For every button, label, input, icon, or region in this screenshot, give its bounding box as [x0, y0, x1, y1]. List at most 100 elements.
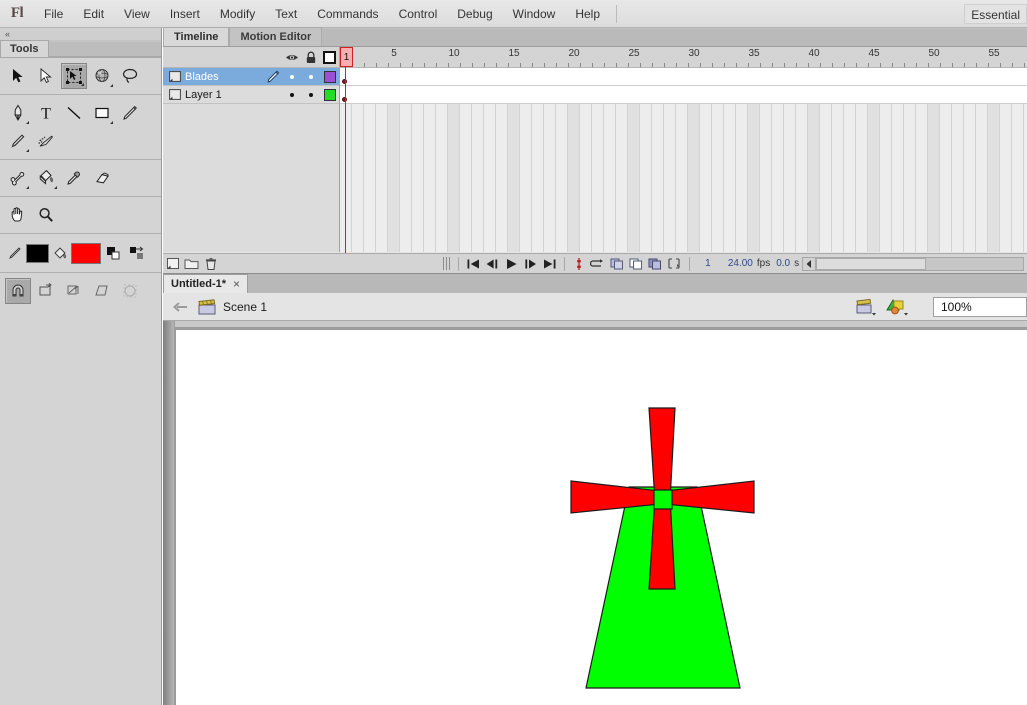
- document-tab-untitled-1[interactable]: Untitled-1* ×: [163, 274, 249, 293]
- pen-tool[interactable]: [5, 100, 31, 126]
- new-folder-button[interactable]: [182, 255, 201, 273]
- paint-bucket-tool[interactable]: [33, 165, 59, 191]
- edit-symbol-button[interactable]: [885, 298, 909, 316]
- menu-view[interactable]: View: [114, 0, 160, 28]
- layer-visibility-toggle[interactable]: [282, 74, 301, 79]
- layer-name-label[interactable]: Layer 1: [185, 89, 264, 101]
- menu-modify[interactable]: Modify: [210, 0, 265, 28]
- layer-row-layer-1[interactable]: Layer 1: [163, 86, 339, 104]
- ruler-label-55: 55: [988, 48, 1000, 59]
- stage-canvas[interactable]: [175, 329, 1027, 705]
- menu-control[interactable]: Control: [389, 0, 448, 28]
- frame-rate-value[interactable]: 24.00: [721, 258, 755, 269]
- go-to-last-frame-button[interactable]: [540, 255, 559, 273]
- loop-playback-button[interactable]: [589, 255, 608, 273]
- menu-commands[interactable]: Commands: [307, 0, 388, 28]
- onion-skin-button[interactable]: [608, 255, 627, 273]
- swap-colors-icon[interactable]: [126, 240, 148, 266]
- scale-skew-option-button[interactable]: [89, 278, 115, 304]
- ruler-tick: [904, 63, 905, 67]
- timeline-resize-grip[interactable]: [442, 257, 450, 270]
- collapse-panel-button[interactable]: «: [0, 28, 161, 40]
- frame-row[interactable]: [340, 86, 1027, 104]
- ruler-tick: [868, 63, 869, 67]
- snap-to-objects-toggle[interactable]: [5, 278, 31, 304]
- menu-text[interactable]: Text: [265, 0, 307, 28]
- modify-onion-markers-button[interactable]: [665, 255, 684, 273]
- go-to-first-frame-button[interactable]: [464, 255, 483, 273]
- ruler-tick: [916, 63, 917, 67]
- tool-options-group: [0, 273, 161, 309]
- eye-icon[interactable]: [282, 47, 301, 67]
- ruler-tick: [844, 63, 845, 67]
- subselection-tool[interactable]: [33, 63, 59, 89]
- edit-multiple-frames-button[interactable]: [646, 255, 665, 273]
- lasso-tool[interactable]: [117, 63, 143, 89]
- close-icon[interactable]: ×: [233, 277, 240, 291]
- workspace-switcher[interactable]: Essential: [964, 4, 1027, 24]
- hand-tool[interactable]: [5, 202, 31, 228]
- fill-color-swatch[interactable]: [71, 242, 101, 264]
- tab-timeline[interactable]: Timeline: [163, 27, 230, 46]
- eraser-tool[interactable]: [89, 165, 115, 191]
- tab-tools[interactable]: Tools: [0, 40, 49, 57]
- onion-skin-outlines-button[interactable]: [627, 255, 646, 273]
- zoom-tool[interactable]: [33, 202, 59, 228]
- tool-group-1: T: [0, 95, 161, 160]
- frames-grid[interactable]: [340, 68, 1027, 252]
- bone-tool[interactable]: [5, 165, 31, 191]
- brush-tool[interactable]: [5, 128, 31, 154]
- ruler-tick: [628, 63, 629, 67]
- layer-visibility-toggle[interactable]: [282, 92, 301, 97]
- delete-layer-button[interactable]: [201, 255, 220, 273]
- layer-outline-color-toggle[interactable]: [320, 70, 339, 83]
- lock-icon[interactable]: [301, 47, 320, 67]
- deco-tool[interactable]: [33, 128, 59, 154]
- selection-tool[interactable]: [5, 63, 31, 89]
- frame-row[interactable]: [340, 68, 1027, 86]
- edit-scene-button[interactable]: [855, 298, 877, 316]
- blade-hub[interactable]: [653, 489, 673, 510]
- layer-row-blades[interactable]: Blades: [163, 68, 339, 86]
- back-arrow-icon[interactable]: [172, 301, 188, 313]
- center-frame-button[interactable]: [570, 255, 589, 273]
- menu-edit[interactable]: Edit: [73, 0, 114, 28]
- black-white-default-icon[interactable]: [102, 240, 124, 266]
- new-layer-button[interactable]: [163, 255, 182, 273]
- windmill-artwork[interactable]: [176, 330, 1027, 705]
- layer-outline-color-toggle[interactable]: [320, 88, 339, 101]
- menu-help[interactable]: Help: [565, 0, 610, 28]
- menu-insert[interactable]: Insert: [160, 0, 210, 28]
- stroke-color-swatch[interactable]: [26, 243, 49, 263]
- free-transform-tool[interactable]: [61, 63, 87, 89]
- 3d-rotation-tool[interactable]: [89, 63, 115, 89]
- step-back-one-frame-button[interactable]: [483, 255, 502, 273]
- playhead-marker[interactable]: 1: [340, 47, 353, 67]
- layer-lock-toggle[interactable]: [301, 92, 320, 97]
- outline-square-icon[interactable]: [320, 47, 339, 67]
- timeline-ruler[interactable]: 1510152025303540455055606570758085: [340, 47, 1027, 68]
- layer-lock-toggle[interactable]: [301, 74, 320, 79]
- tab-motion-editor[interactable]: Motion Editor: [229, 27, 323, 46]
- eyedropper-tool[interactable]: [61, 165, 87, 191]
- straighten-option-button[interactable]: [61, 278, 87, 304]
- scene-label[interactable]: Scene 1: [223, 300, 267, 314]
- timeline-horizontal-scrollbar[interactable]: [802, 256, 1024, 271]
- text-tool[interactable]: T: [33, 100, 59, 126]
- rectangle-tool[interactable]: [89, 100, 115, 126]
- play-button[interactable]: [502, 255, 521, 273]
- scrollbar-thumb[interactable]: [816, 257, 927, 270]
- line-tool[interactable]: [61, 100, 87, 126]
- pencil-tool[interactable]: [117, 100, 143, 126]
- scroll-left-arrow-icon[interactable]: [803, 257, 817, 270]
- layer-color-chip: [323, 70, 336, 83]
- menu-debug[interactable]: Debug: [447, 0, 502, 28]
- smooth-option-button[interactable]: [33, 278, 59, 304]
- menu-file[interactable]: File: [34, 0, 73, 28]
- rotate-distort-option-button[interactable]: [117, 278, 143, 304]
- menu-window[interactable]: Window: [503, 0, 566, 28]
- tool-submenu-arrow-icon: [110, 121, 113, 124]
- zoom-level-field[interactable]: 100%: [933, 297, 1027, 317]
- layer-name-label[interactable]: Blades: [185, 71, 264, 83]
- step-forward-one-frame-button[interactable]: [521, 255, 540, 273]
